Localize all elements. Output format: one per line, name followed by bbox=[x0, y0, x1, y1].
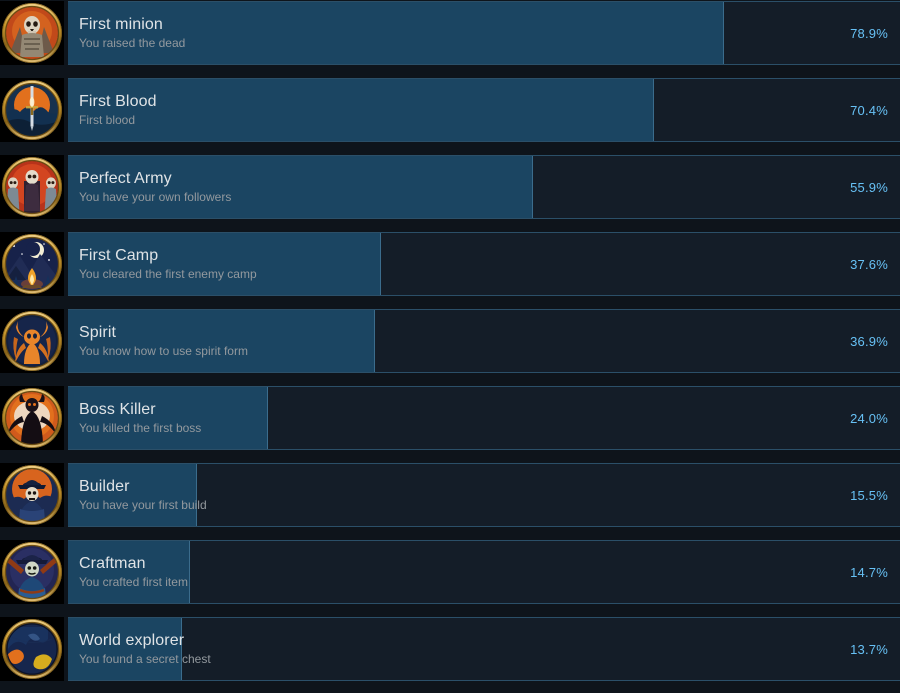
achievement-progress-fill bbox=[68, 233, 381, 295]
achievement-row[interactable]: Spirit You know how to use spirit form 36.… bbox=[0, 308, 900, 385]
achievement-progress-fill bbox=[68, 541, 191, 603]
achievement-global-percent: 78.9% bbox=[850, 25, 888, 41]
achievements-list: First minion You raised the dead 78.9% Fir… bbox=[0, 0, 900, 693]
achievement-progress-track: Builder You have your first build 15.5% bbox=[68, 463, 900, 527]
achievement-progress-track: Craftman You crafted first item 14.7% bbox=[68, 540, 900, 604]
achievement-row[interactable]: First Blood First blood 70.4% bbox=[0, 77, 900, 154]
achievement-row[interactable]: Perfect Army You have your own followers 5… bbox=[0, 154, 900, 231]
achievement-progress-fill bbox=[68, 464, 197, 526]
achievement-row[interactable]: Boss Killer You killed the first boss 24.0… bbox=[0, 385, 900, 462]
achievement-text-block: World explorer You found a secret chest bbox=[79, 618, 780, 680]
achievement-global-percent: 13.7% bbox=[850, 641, 888, 657]
builder-figure-icon bbox=[0, 463, 64, 527]
achievement-global-percent: 15.5% bbox=[850, 487, 888, 503]
achievement-global-percent: 24.0% bbox=[850, 410, 888, 426]
achievement-progress-track: Perfect Army You have your own followers 5… bbox=[68, 155, 900, 219]
achievement-global-percent: 70.4% bbox=[850, 102, 888, 118]
achievement-progress-track: World explorer You found a secret chest 13… bbox=[68, 617, 900, 681]
achievement-progress-track: First minion You raised the dead 78.9% bbox=[68, 1, 900, 65]
craftsman-figure-icon bbox=[0, 540, 64, 604]
campfire-night-icon bbox=[0, 232, 64, 296]
demon-boss-icon bbox=[0, 386, 64, 450]
skeleton-army-icon bbox=[0, 155, 64, 219]
achievement-progress-fill bbox=[68, 618, 182, 680]
achievement-progress-fill bbox=[68, 2, 725, 64]
achievement-progress-fill bbox=[68, 310, 375, 372]
sword-sunset-icon bbox=[0, 78, 64, 142]
achievement-row[interactable]: Craftman You crafted first item 14.7% bbox=[0, 539, 900, 616]
achievement-progress-track: Spirit You know how to use spirit form 36.… bbox=[68, 309, 900, 373]
achievement-progress-track: First Blood First blood 70.4% bbox=[68, 78, 900, 142]
achievement-row[interactable]: World explorer You found a secret chest 13… bbox=[0, 616, 900, 693]
achievement-global-percent: 55.9% bbox=[850, 179, 888, 195]
achievement-row[interactable]: Builder You have your first build 15.5% bbox=[0, 462, 900, 539]
achievement-name: World explorer bbox=[79, 632, 185, 649]
achievement-progress-fill bbox=[68, 156, 534, 218]
achievement-progress-fill bbox=[68, 79, 654, 141]
achievement-progress-track: Boss Killer You killed the first boss 24.0… bbox=[68, 386, 900, 450]
achievement-global-percent: 14.7% bbox=[850, 564, 888, 580]
achievement-global-percent: 37.6% bbox=[850, 256, 888, 272]
achievement-global-percent: 36.9% bbox=[850, 333, 888, 349]
achievement-progress-track: First Camp You cleared the first enemy ca… bbox=[68, 232, 900, 296]
achievement-progress-fill bbox=[68, 387, 268, 449]
skeleton-warrior-icon bbox=[0, 1, 64, 65]
achievement-row[interactable]: First minion You raised the dead 78.9% bbox=[0, 0, 900, 77]
achievement-description: You found a secret chest bbox=[79, 652, 211, 666]
achievement-row[interactable]: First Camp You cleared the first enemy ca… bbox=[0, 231, 900, 308]
world-globe-icon bbox=[0, 617, 64, 681]
horned-spirit-icon bbox=[0, 309, 64, 373]
